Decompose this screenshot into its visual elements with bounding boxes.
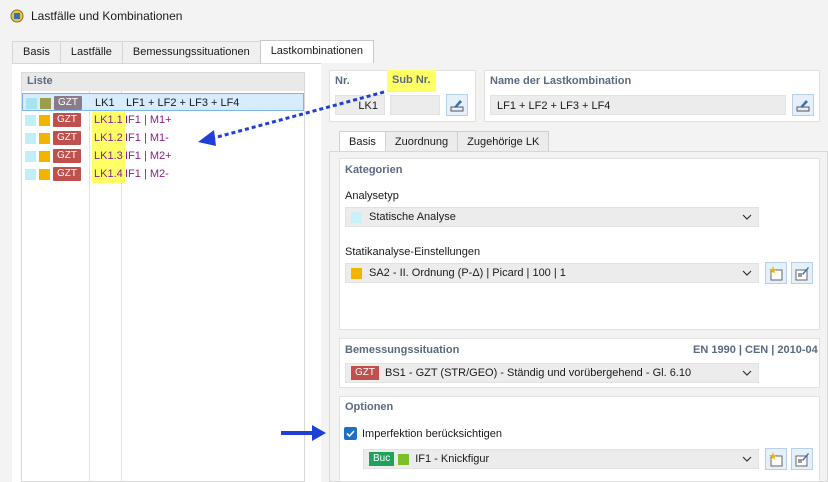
annotation-overlay (198, 90, 385, 441)
dotted-arrow-line (209, 90, 385, 141)
solid-arrow-head (312, 425, 326, 441)
dotted-arrow-head (198, 130, 216, 146)
